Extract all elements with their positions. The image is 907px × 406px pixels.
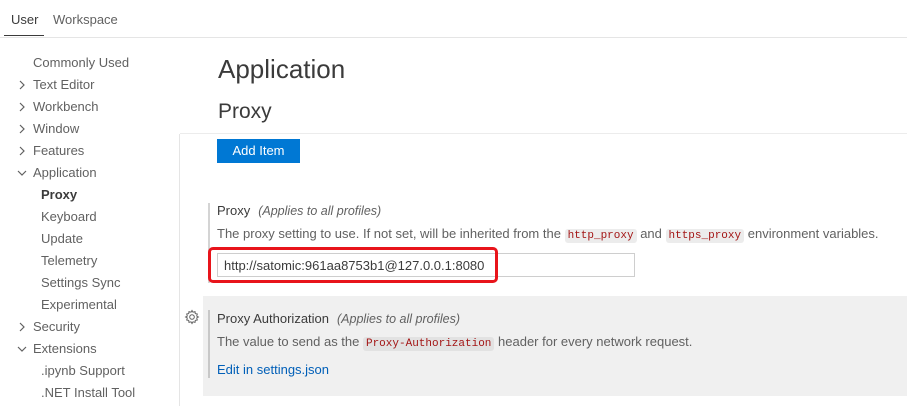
gear-icon[interactable]: [184, 309, 200, 325]
active-tab-indicator: [4, 35, 44, 36]
chevron-right-icon[interactable]: [18, 118, 28, 140]
setting-title-label: Proxy Authorization: [217, 311, 330, 326]
tab-user[interactable]: User: [11, 12, 38, 27]
setting-proxy-authorization: Proxy Authorization (Applies to all profi…: [203, 296, 907, 396]
setting-scope-label: (Applies to all profiles): [337, 312, 460, 326]
settings-editor: User Workspace Commonly Used Text Editor…: [0, 0, 907, 406]
tree-item-keyboard[interactable]: Keyboard: [41, 206, 97, 228]
chevron-down-icon[interactable]: [17, 338, 27, 360]
code-http-proxy: http_proxy: [564, 229, 637, 243]
desc-text: The proxy setting to use. If not set, wi…: [217, 226, 565, 241]
chevron-right-icon[interactable]: [18, 96, 28, 118]
setting-title: Proxy Authorization (Applies to all profi…: [217, 311, 460, 326]
desc-text: and: [636, 226, 666, 241]
chevron-down-icon[interactable]: [17, 162, 27, 184]
tree-item-net-install-tool[interactable]: .NET Install Tool: [41, 382, 135, 404]
setting-title: Proxy (Applies to all profiles): [217, 203, 381, 218]
tree-item-application[interactable]: Application: [33, 162, 97, 184]
chevron-right-icon[interactable]: [18, 316, 28, 338]
edit-in-settings-json-link[interactable]: Edit in settings.json: [217, 362, 329, 377]
add-item-button[interactable]: Add Item: [217, 139, 300, 163]
chevron-right-icon[interactable]: [18, 74, 28, 96]
highlight-annotation: [208, 247, 498, 283]
tree-item-ipynb-support[interactable]: .ipynb Support: [41, 360, 125, 382]
tree-item-features[interactable]: Features: [33, 140, 84, 162]
tree-item-workbench[interactable]: Workbench: [33, 96, 99, 118]
setting-focus-indicator: [208, 310, 210, 378]
sidebar-divider: [179, 134, 180, 406]
setting-scope-label: (Applies to all profiles): [258, 204, 382, 218]
tree-item-update[interactable]: Update: [41, 228, 83, 250]
tree-item-telemetry[interactable]: Telemetry: [41, 250, 97, 272]
tree-item-proxy[interactable]: Proxy: [41, 184, 77, 206]
page-title: Application: [218, 54, 346, 84]
section-title: Proxy: [218, 100, 272, 123]
header-divider: [180, 133, 907, 134]
desc-text: The value to send as the: [217, 334, 363, 349]
setting-description: The proxy setting to use. If not set, wi…: [217, 226, 879, 243]
tree-item-extensions[interactable]: Extensions: [33, 338, 97, 360]
tab-workspace[interactable]: Workspace: [53, 12, 118, 27]
desc-text: environment variables.: [744, 226, 879, 241]
tree-item-commonly-used[interactable]: Commonly Used: [33, 52, 129, 74]
code-https-proxy: https_proxy: [665, 229, 745, 243]
chevron-right-icon[interactable]: [18, 140, 28, 162]
tree-item-security[interactable]: Security: [33, 316, 80, 338]
settings-scope-tabs: User Workspace: [0, 0, 907, 38]
tree-item-experimental[interactable]: Experimental: [41, 294, 117, 316]
tree-item-text-editor[interactable]: Text Editor: [33, 74, 94, 96]
desc-text: header for every network request.: [494, 334, 693, 349]
setting-description: The value to send as the Proxy-Authoriza…: [217, 334, 693, 351]
setting-title-label: Proxy: [217, 203, 251, 218]
tree-item-settings-sync[interactable]: Settings Sync: [41, 272, 121, 294]
tree-item-window[interactable]: Window: [33, 118, 79, 140]
code-proxy-authorization: Proxy-Authorization: [362, 337, 495, 351]
